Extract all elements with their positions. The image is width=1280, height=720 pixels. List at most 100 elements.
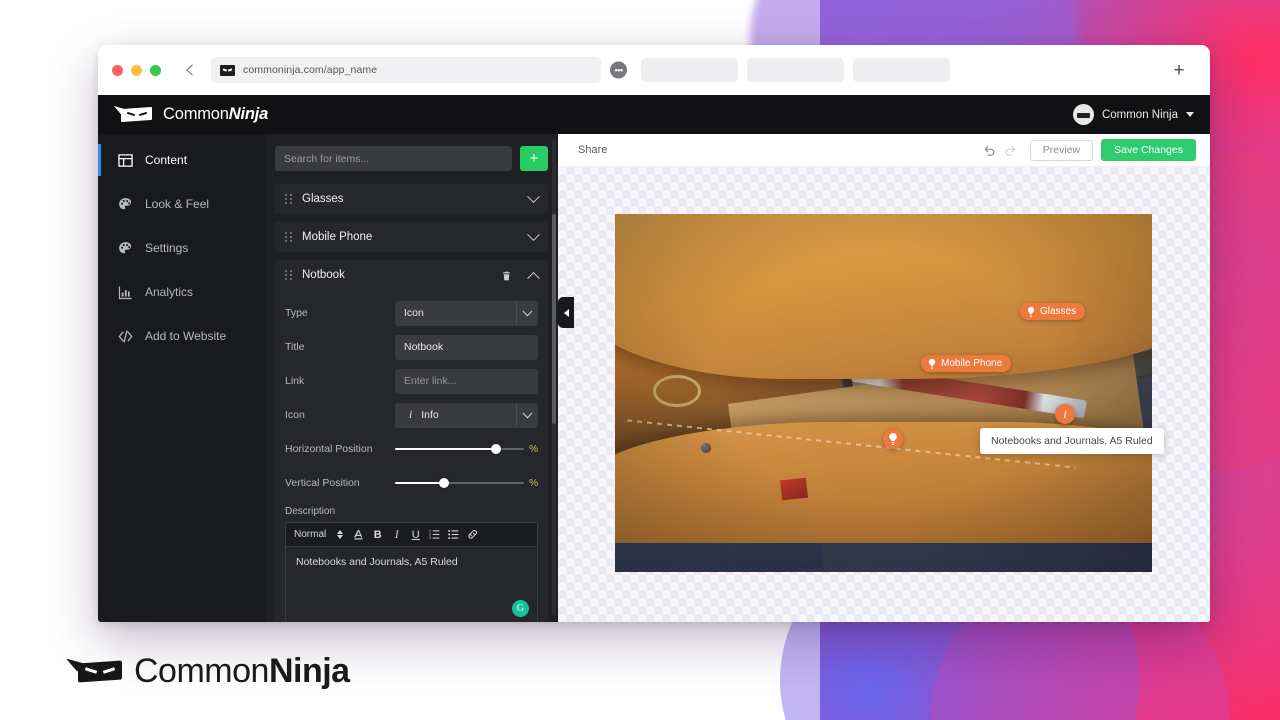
browser-window: commoninja.com/app_name ••• + CommonNinj… — [98, 45, 1210, 622]
ordered-list-icon[interactable]: 123 — [425, 525, 444, 544]
underline-icon[interactable]: U — [406, 525, 425, 544]
sidebar-item-label: Analytics — [145, 285, 194, 299]
icon-select[interactable]: i Info — [395, 402, 538, 428]
link-input[interactable]: Enter link... — [395, 368, 538, 394]
preview-toolbar: Share Preview Save Changes — [558, 134, 1210, 167]
type-select-value: Icon — [404, 307, 424, 319]
address-more-icon[interactable]: ••• — [610, 61, 627, 79]
back-chevron-icon[interactable] — [179, 59, 201, 81]
info-icon: i — [409, 409, 413, 421]
chevron-down-icon — [1186, 112, 1194, 117]
redo-icon[interactable] — [1001, 141, 1020, 160]
list-item-expanded: Notbook Type Icon Title Notbook Link Ent… — [275, 260, 548, 622]
description-textarea[interactable]: Notebooks and Journals, A5 Ruled G — [286, 547, 537, 622]
user-name-label: Common Ninja — [1101, 108, 1178, 121]
title-input[interactable]: Notbook — [395, 334, 538, 360]
preview-button[interactable]: Preview — [1029, 139, 1094, 161]
preview-canvas: Glasses Mobile Phone i Notebooks and Jou… — [558, 167, 1210, 622]
sidebar-item-label: Add to Website — [145, 329, 227, 343]
slider-thumb[interactable] — [490, 444, 501, 454]
browser-chrome: commoninja.com/app_name ••• + — [98, 45, 1210, 95]
sidebar-item-content[interactable]: Content — [98, 144, 265, 176]
grid-icon — [118, 153, 133, 168]
app-logo-text: CommonNinja — [163, 105, 268, 124]
footer-brand-common: Common — [134, 652, 269, 690]
size-stepper-icon[interactable] — [330, 525, 349, 544]
field-label: Title — [285, 341, 305, 353]
text-color-icon[interactable] — [349, 525, 368, 544]
chevron-up-icon[interactable] — [527, 271, 540, 285]
hotspot-mobile-phone[interactable]: Mobile Phone — [921, 355, 1012, 372]
bold-icon[interactable]: B — [368, 525, 387, 544]
app-logo: CommonNinja — [114, 105, 268, 124]
vertical-position-slider[interactable]: % — [395, 471, 538, 496]
sidebar-item-add-to-website[interactable]: Add to Website — [98, 320, 265, 352]
field-link: Link Enter link... — [285, 364, 538, 398]
scrollbar-thumb[interactable] — [552, 214, 556, 424]
search-input[interactable] — [275, 146, 512, 171]
hotspot-marker-bulb[interactable] — [883, 429, 903, 449]
sidebar: Content Look & Feel Settings Analytics A… — [98, 134, 265, 622]
maximize-window-button[interactable] — [150, 64, 161, 76]
footer-brand-text: CommonNinja — [134, 652, 350, 691]
item-title: Glasses — [302, 193, 344, 205]
item-header-notbook[interactable]: Notbook — [275, 260, 548, 290]
hotspot-label: Glasses — [1040, 306, 1077, 317]
sidebar-item-settings[interactable]: Settings — [98, 232, 265, 264]
browser-tab[interactable] — [853, 58, 950, 82]
chevron-down-icon[interactable] — [527, 227, 540, 241]
sidebar-item-look-and-feel[interactable]: Look & Feel — [98, 188, 265, 220]
type-select[interactable]: Icon — [395, 300, 538, 326]
close-window-button[interactable] — [112, 64, 123, 76]
link-icon[interactable] — [463, 525, 482, 544]
panel-collapse-handle[interactable] — [558, 297, 574, 328]
sidebar-item-label: Settings — [145, 241, 189, 255]
site-favicon-icon — [220, 64, 235, 76]
drag-handle-icon[interactable] — [285, 269, 293, 281]
slider-thumb[interactable] — [439, 478, 450, 488]
slider-track — [395, 478, 524, 488]
horizontal-position-slider[interactable]: % — [395, 437, 538, 462]
italic-icon[interactable]: I — [387, 525, 406, 544]
hotspot-glasses[interactable]: Glasses — [1020, 303, 1086, 320]
footer-brand: CommonNinja — [66, 652, 350, 691]
drag-handle-icon[interactable] — [285, 193, 293, 205]
field-label: Type — [285, 307, 308, 319]
field-type: Type Icon — [285, 296, 538, 330]
list-item: Mobile Phone — [275, 222, 548, 252]
address-bar[interactable]: commoninja.com/app_name ••• — [211, 57, 627, 83]
undo-icon[interactable] — [980, 141, 999, 160]
item-header-glasses[interactable]: Glasses — [275, 184, 548, 214]
ninja-logo-icon — [66, 658, 122, 685]
add-item-button[interactable]: + — [520, 146, 548, 171]
chevron-down-icon[interactable] — [527, 189, 540, 203]
sidebar-item-label: Content — [145, 153, 188, 167]
field-label: Link — [285, 375, 305, 387]
delete-item-icon[interactable] — [501, 269, 512, 281]
app-body: Content Look & Feel Settings Analytics A… — [98, 134, 1210, 622]
bullet-list-icon[interactable] — [444, 525, 463, 544]
content-editor-panel: + Glasses Mobile Phone — [265, 134, 558, 622]
description-label: Description — [285, 506, 336, 517]
code-icon — [118, 329, 133, 344]
minimize-window-button[interactable] — [131, 64, 142, 76]
hotspot-image[interactable]: Glasses Mobile Phone i — [615, 214, 1152, 572]
editor-scrollbar[interactable] — [552, 140, 556, 616]
user-menu[interactable]: Common Ninja — [1072, 104, 1194, 125]
save-changes-button[interactable]: Save Changes — [1101, 139, 1196, 161]
avatar — [1072, 104, 1094, 125]
item-title: Mobile Phone — [302, 231, 373, 243]
format-dropdown[interactable]: Normal — [294, 529, 326, 540]
new-tab-button[interactable]: + — [1168, 59, 1190, 81]
sidebar-item-analytics[interactable]: Analytics — [98, 276, 265, 308]
drag-handle-icon[interactable] — [285, 231, 293, 243]
browser-tab[interactable] — [747, 58, 844, 82]
grammarly-badge-icon[interactable]: G — [512, 600, 529, 617]
browser-tab[interactable] — [641, 58, 738, 82]
share-button[interactable]: Share — [578, 144, 607, 156]
chevron-down-icon — [516, 300, 538, 326]
editor-scroll-region: + Glasses Mobile Phone — [265, 134, 558, 622]
item-header-mobile-phone[interactable]: Mobile Phone — [275, 222, 548, 252]
hotspot-label: Mobile Phone — [941, 358, 1003, 369]
hotspot-marker-info[interactable]: i — [1055, 404, 1075, 424]
